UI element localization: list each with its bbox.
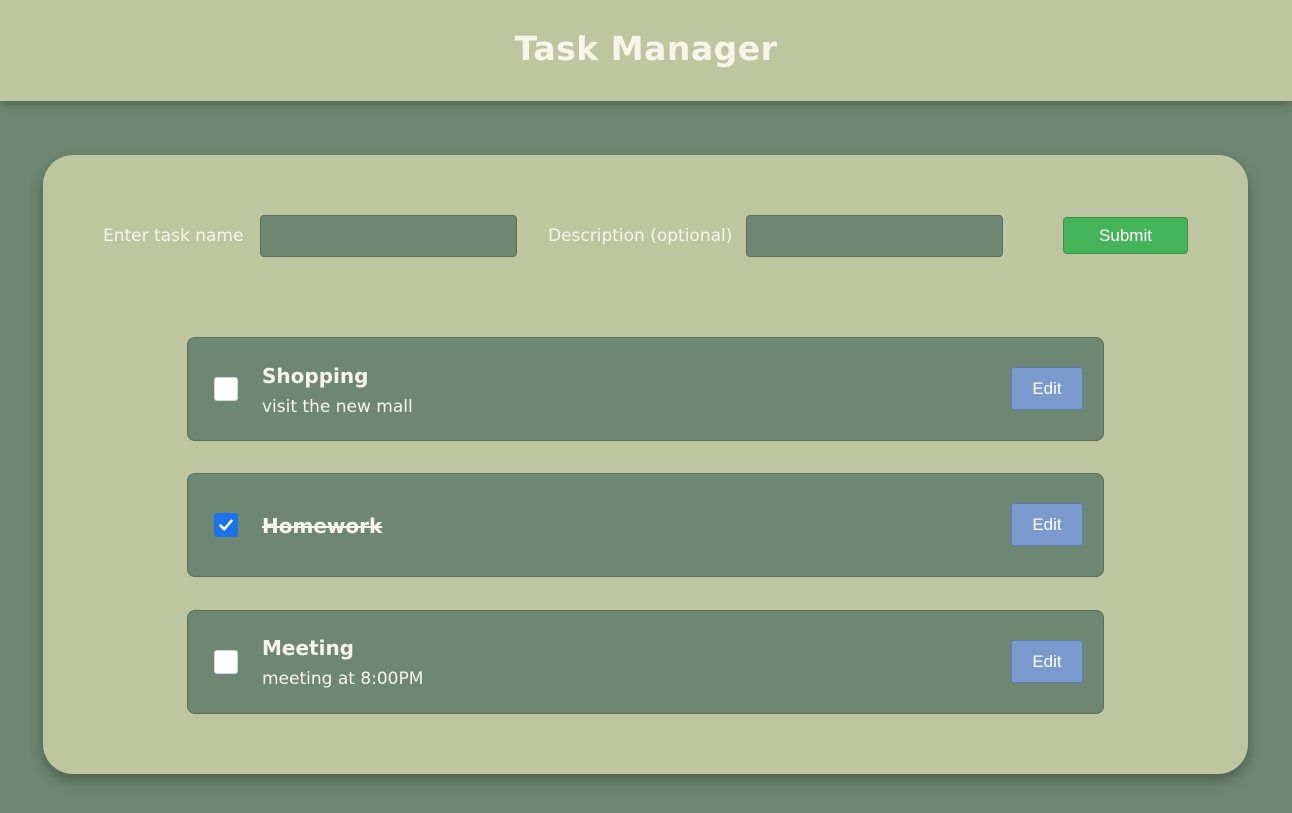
submit-button[interactable]: Submit bbox=[1063, 217, 1188, 254]
edit-button[interactable]: Edit bbox=[1011, 503, 1083, 546]
task-description: visit the new mall bbox=[262, 397, 413, 417]
app-header: Task Manager bbox=[0, 0, 1292, 101]
task-panel: Enter task name Description (optional) S… bbox=[43, 155, 1248, 774]
description-input[interactable] bbox=[746, 215, 1003, 257]
checkmark-icon bbox=[219, 519, 233, 531]
task-checkbox[interactable] bbox=[214, 377, 238, 401]
task-checkbox[interactable] bbox=[214, 513, 238, 537]
task-name-label: Enter task name bbox=[103, 226, 244, 246]
task-item-homework: Homework Edit bbox=[187, 473, 1104, 577]
task-title: Shopping bbox=[262, 364, 369, 388]
edit-button[interactable]: Edit bbox=[1011, 367, 1083, 410]
task-checkbox[interactable] bbox=[214, 650, 238, 674]
task-item-meeting: Meeting meeting at 8:00PM Edit bbox=[187, 610, 1104, 714]
task-description: meeting at 8:00PM bbox=[262, 669, 424, 689]
edit-button[interactable]: Edit bbox=[1011, 640, 1083, 683]
task-title: Meeting bbox=[262, 636, 355, 660]
description-label: Description (optional) bbox=[548, 226, 733, 246]
page-title: Task Manager bbox=[514, 29, 778, 68]
task-name-input[interactable] bbox=[260, 215, 517, 257]
task-title: Homework bbox=[262, 514, 383, 538]
task-item-shopping: Shopping visit the new mall Edit bbox=[187, 337, 1104, 441]
